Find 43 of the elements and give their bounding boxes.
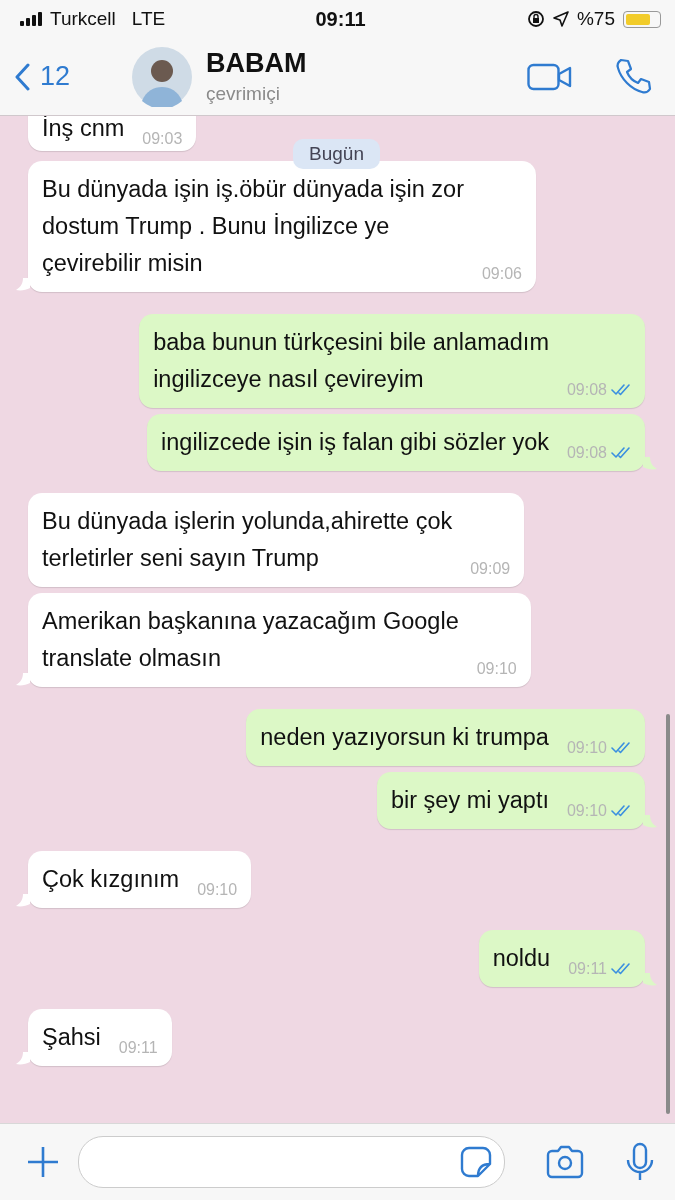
battery-percent: %75 [576, 8, 615, 30]
chevron-icon [14, 62, 30, 91]
message-input-field[interactable] [78, 1136, 505, 1188]
date-badge: Bugün [293, 139, 380, 169]
message-time: 09:11 [568, 959, 607, 979]
message-time: 09:10 [566, 801, 607, 821]
message-text: Çok kızgınım [42, 865, 180, 894]
sticker-icon[interactable] [460, 1146, 492, 1178]
carrier-name: Turkcell [50, 8, 116, 30]
rotation-lock-icon [526, 10, 545, 28]
message-text: neden yazıyorsun ki trumpa [260, 723, 549, 752]
message-text: Bu dünyada işlerin yolunda,ahirette çok terletirler seni sayın Trump [42, 507, 453, 573]
message-time: 09:06 [481, 264, 522, 284]
message-time: 09:10 [476, 659, 517, 679]
camera-icon[interactable] [545, 1145, 585, 1179]
message-text: ingilizcede işin iş falan gibi sözler yok [161, 428, 549, 457]
message-time: 09:10 [566, 738, 607, 758]
contact-name: BABAM [206, 48, 308, 79]
video-call-icon[interactable] [527, 62, 573, 91]
contact-avatar[interactable] [132, 46, 192, 107]
message-text: baba bunun türkçesini bile anlamadım ingilizceye nasıl çevireyim [153, 328, 549, 394]
message-text: Bu dünyada işin iş.öbür dünyada işin zor dostum Trump . Bunu İngilizce ye çevirebilir misin [42, 175, 464, 278]
signal-icon [20, 12, 42, 26]
contact-status: çevrimiçi [206, 83, 281, 105]
message-time: 09:11 [118, 1038, 158, 1058]
back-button[interactable]: 12 [14, 61, 104, 92]
microphone-icon[interactable] [625, 1142, 655, 1182]
message-time: 09:08 [566, 380, 607, 400]
message-text: bir şey mi yaptı [390, 786, 549, 815]
message-time: 09:03 [142, 129, 183, 149]
plus-icon[interactable] [26, 1145, 60, 1179]
message-text: İnş cnm [42, 116, 125, 143]
battery-icon [623, 10, 661, 28]
message-time: 09:09 [470, 559, 511, 579]
message-text: Şahsi [42, 1023, 101, 1052]
network-type: LTE [131, 8, 166, 30]
message-time: 09:08 [566, 443, 607, 463]
location-arrow-icon [552, 11, 569, 27]
phone-icon[interactable] [613, 56, 653, 97]
message-time: 09:10 [197, 880, 238, 900]
message-text: Amerikan başkanına yazacağım Google translate olmasın [42, 607, 459, 673]
message-text: noldu [492, 944, 551, 973]
clock: 09:11 [315, 7, 366, 31]
